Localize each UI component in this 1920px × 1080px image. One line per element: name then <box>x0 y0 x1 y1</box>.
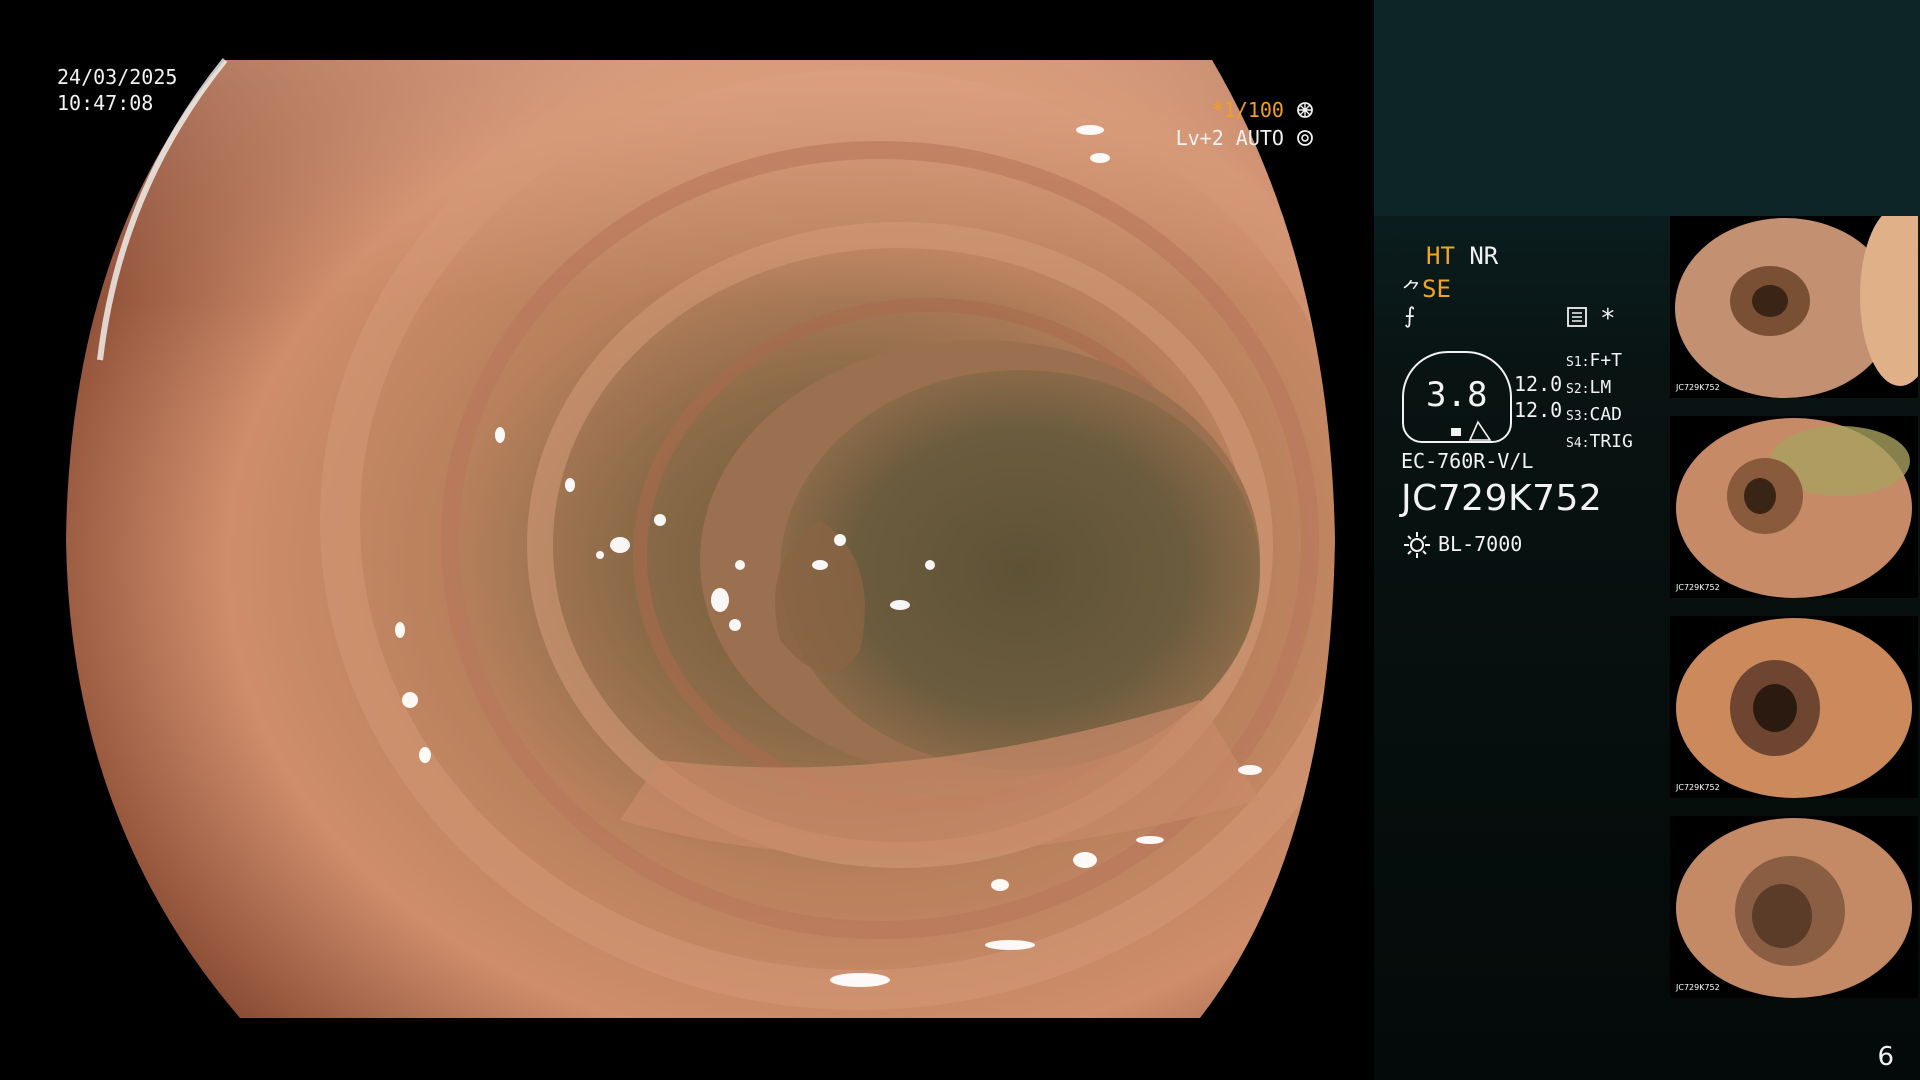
thumbnail-image <box>1670 616 1918 798</box>
value-bottom: 12.0 <box>1514 398 1563 422</box>
datetime-display: 24/03/2025 10:47:08 <box>57 64 177 116</box>
switch-label: S1 <box>1566 355 1582 370</box>
thumbnail-serial: JC729K752 <box>1676 383 1720 392</box>
value-top: 12.0 <box>1514 372 1563 396</box>
star-indicator: * <box>1600 304 1616 334</box>
shutter-speed: *1/100 <box>1212 98 1314 124</box>
switch-value: TRIG <box>1589 431 1633 452</box>
switch-label: S3 <box>1566 409 1582 424</box>
gauge-marker <box>1451 428 1461 436</box>
structure-icon: ⺈ <box>1402 278 1422 302</box>
time-text: 10:47:08 <box>57 91 154 115</box>
switch-row-2: S2:LM <box>1566 375 1633 402</box>
se-indicator: ⺈SE <box>1402 274 1451 303</box>
enhance-icon: ⨍ <box>1404 304 1416 329</box>
endoscope-main-view: 24/03/2025 10:47:08 *1/100 Lv+2 AUTO <box>0 0 1374 1080</box>
thumbnail-3[interactable]: JC729K752 <box>1670 616 1918 798</box>
switch-label: S2 <box>1566 382 1582 397</box>
page-number: 6 <box>1877 1042 1894 1072</box>
switch-row-3: S3:CAD <box>1566 402 1633 429</box>
scope-value: 3.8 <box>1426 375 1488 415</box>
switch-value: CAD <box>1589 404 1622 425</box>
thumbnail-image <box>1670 416 1918 598</box>
nr-label: NR <box>1469 242 1499 270</box>
thumbnail-image <box>1670 816 1918 998</box>
thumbnail-4[interactable]: JC729K752 <box>1670 816 1918 998</box>
level-text: Lv+2 AUTO <box>1175 126 1284 150</box>
switch-value: LM <box>1589 377 1612 398</box>
thumbnail-serial: JC729K752 <box>1676 583 1720 592</box>
iris-icon <box>1296 128 1314 152</box>
thumbnail-1[interactable]: JC729K752 <box>1670 216 1918 398</box>
thumbnail-image <box>1670 216 1918 398</box>
record-icon <box>1566 306 1588 332</box>
switch-value: F+T <box>1589 350 1622 371</box>
switch-list: S1:F+T S2:LM S3:CAD S4:TRIG <box>1566 348 1633 456</box>
switch-label: S4 <box>1566 436 1582 451</box>
endoscopy-image <box>66 58 1335 1018</box>
se-label: SE <box>1422 275 1451 303</box>
scope-model: EC-760R-V/L <box>1401 449 1534 473</box>
light-icon <box>1402 530 1432 564</box>
date-text: 24/03/2025 <box>57 65 178 89</box>
light-source: BL-7000 <box>1438 532 1523 556</box>
gauge-angle-icon <box>1468 420 1492 446</box>
panel-header-area <box>1374 0 1920 216</box>
switch-row-4: S4:TRIG <box>1566 429 1633 456</box>
brightness-level: Lv+2 AUTO <box>1176 126 1314 152</box>
ht-nr-indicator: HT NR <box>1426 242 1498 270</box>
thumbnail-2[interactable]: JC729K752 <box>1670 416 1918 598</box>
shutter-text: *1/100 <box>1211 98 1284 122</box>
scope-serial: JC729K752 <box>1401 478 1603 519</box>
aperture-icon <box>1296 100 1314 124</box>
switch-row-1: S1:F+T <box>1566 348 1633 375</box>
thumbnail-serial: JC729K752 <box>1676 783 1720 792</box>
thumbnail-serial: JC729K752 <box>1676 983 1720 992</box>
ht-label: HT <box>1426 242 1455 270</box>
